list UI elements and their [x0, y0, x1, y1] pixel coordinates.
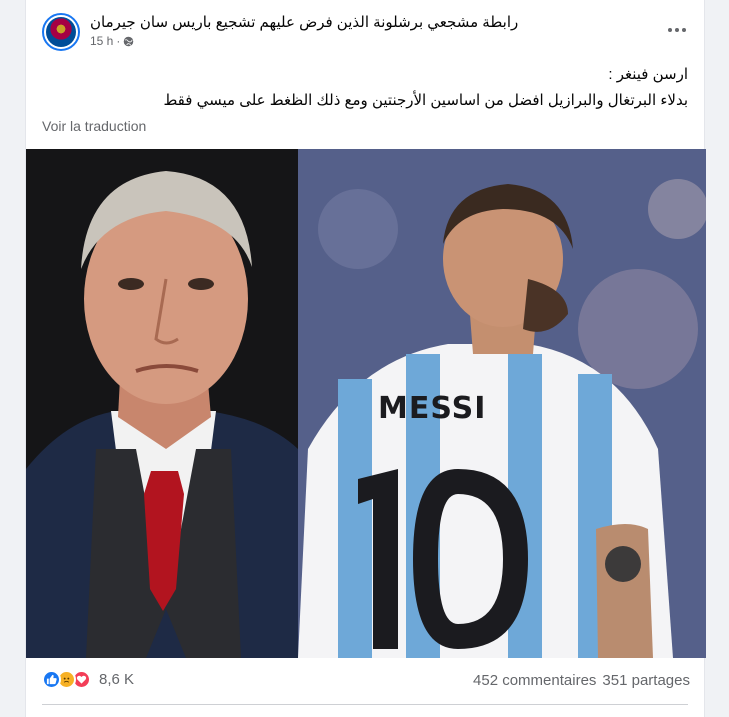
actions-divider: [42, 704, 688, 705]
post-text: ارسن فينغر : بدلاء البرتغال والبرازيل اف…: [48, 62, 688, 114]
post-header: رابطة مشجعي برشلونة الذين فرض عليهم تشجي…: [26, 0, 706, 60]
post-timestamp[interactable]: 15 h: [90, 34, 113, 48]
post-image[interactable]: MESSI: [26, 149, 706, 658]
dot-icon: [682, 28, 686, 32]
see-translation-link[interactable]: Voir la traduction: [42, 118, 146, 134]
meta-separator: ·: [116, 34, 121, 48]
dot-icon: [668, 28, 672, 32]
engagement-counts: 452 commentaires 351 partages: [473, 672, 690, 689]
shares-count-link[interactable]: 351 partages: [602, 672, 690, 689]
more-options-button[interactable]: [662, 18, 692, 42]
post-text-line: ارسن فينغر :: [608, 66, 688, 83]
messi-photo: MESSI: [298, 149, 706, 658]
page-avatar[interactable]: [42, 13, 80, 51]
post-meta: 15 h ·: [90, 34, 134, 48]
like-icon: [42, 670, 61, 689]
messi-illustration: [298, 149, 706, 658]
post-card: رابطة مشجعي برشلونة الذين فرض عليهم تشجي…: [25, 0, 706, 717]
jersey-name-print: MESSI: [378, 391, 487, 426]
globe-icon: [124, 36, 134, 46]
comments-count-link[interactable]: 452 commentaires: [473, 672, 596, 689]
reactions-summary[interactable]: 8,6 K: [42, 670, 134, 689]
post-stats: 8,6 K 452 commentaires 351 partages: [26, 658, 706, 704]
wenger-photo: [26, 149, 298, 658]
wenger-illustration: [26, 149, 298, 658]
dot-icon: [675, 28, 679, 32]
post-text-line: بدلاء البرتغال والبرازيل افضل من اساسين …: [163, 92, 688, 109]
page-logo: [46, 17, 76, 47]
reaction-count: 8,6 K: [99, 671, 135, 688]
page-name-link[interactable]: رابطة مشجعي برشلونة الذين فرض عليهم تشجي…: [90, 13, 518, 31]
